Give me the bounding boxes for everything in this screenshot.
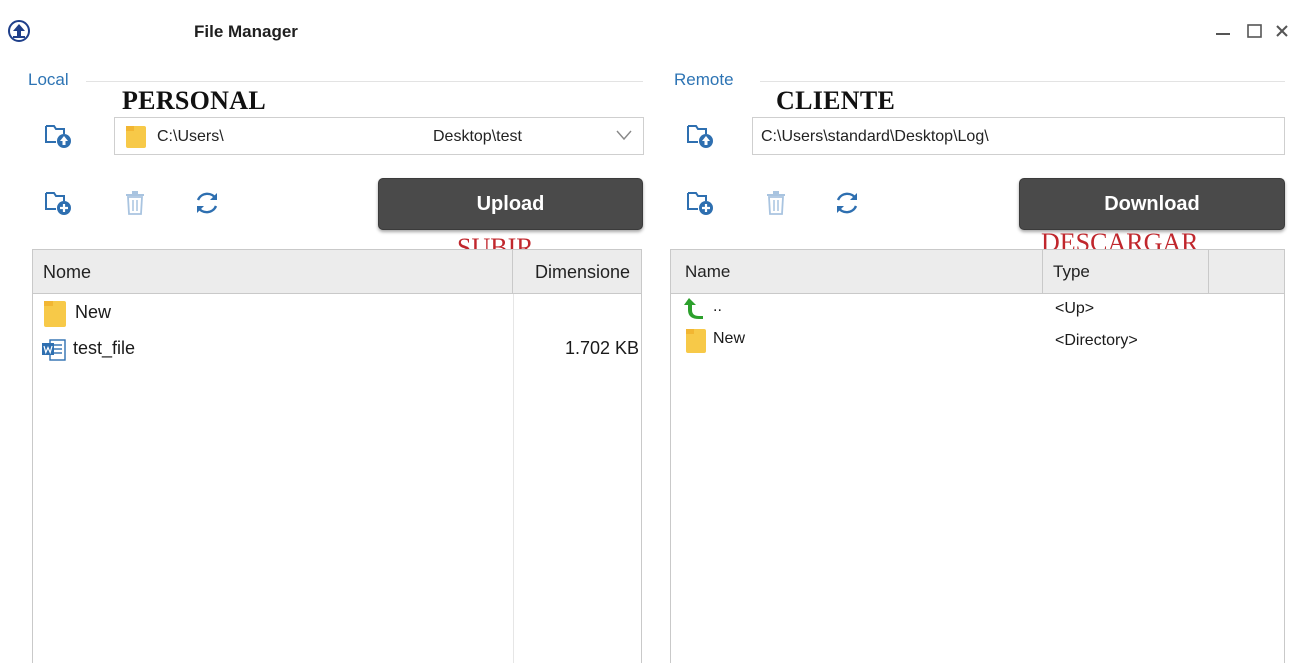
new-folder-icon[interactable] bbox=[686, 188, 716, 218]
remote-group-divider bbox=[760, 81, 1285, 82]
minimize-icon[interactable] bbox=[1208, 18, 1238, 44]
file-size: 1.702 KB bbox=[565, 338, 640, 358]
remote-group-label: Remote bbox=[674, 70, 738, 90]
browse-folder-icon[interactable] bbox=[44, 122, 74, 150]
file-name: New bbox=[713, 330, 746, 347]
remote-path-input[interactable]: C:\Users\standard\Desktop\Log\ bbox=[752, 117, 1285, 155]
folder-icon bbox=[686, 329, 706, 353]
file-name: test_file bbox=[73, 338, 136, 358]
folder-icon bbox=[126, 126, 146, 148]
browse-folder-icon[interactable] bbox=[686, 122, 716, 150]
remote-path-text: C:\Users\standard\Desktop\Log\ bbox=[761, 128, 989, 145]
word-doc-icon bbox=[42, 339, 66, 361]
list-item[interactable]: New <Directory> bbox=[671, 328, 1284, 358]
local-path-dropdown[interactable]: C:\Users\ Desktop\test bbox=[114, 117, 644, 155]
remote-list-header: Name Type bbox=[671, 250, 1284, 294]
local-list-header: Nome Dimensione bbox=[33, 250, 641, 294]
maximize-icon[interactable] bbox=[1240, 18, 1270, 44]
col-header-name[interactable]: Name bbox=[671, 250, 1043, 294]
remote-file-list[interactable]: Name Type .. <Up> New <Directory> bbox=[670, 249, 1285, 663]
delete-icon[interactable] bbox=[765, 190, 787, 216]
list-item[interactable]: .. <Up> bbox=[671, 296, 1284, 326]
col-header-type[interactable]: Type bbox=[1043, 250, 1209, 294]
download-button[interactable]: Download bbox=[1019, 178, 1285, 230]
upload-button[interactable]: Upload bbox=[378, 178, 643, 230]
local-group-label: Local bbox=[28, 70, 73, 90]
list-item[interactable]: New bbox=[33, 298, 641, 328]
new-folder-icon[interactable] bbox=[44, 188, 74, 218]
refresh-icon[interactable] bbox=[832, 188, 862, 218]
file-type: <Directory> bbox=[1055, 332, 1138, 349]
local-group-divider bbox=[86, 81, 643, 82]
personal-annotation: PERSONAL bbox=[122, 86, 266, 115]
file-name: .. bbox=[713, 298, 722, 315]
file-name: New bbox=[75, 302, 112, 322]
local-path-suffix: Desktop\test bbox=[433, 128, 522, 145]
local-path-prefix: C:\Users\ bbox=[157, 128, 224, 145]
app-logo-icon bbox=[8, 20, 30, 42]
close-icon[interactable] bbox=[1268, 18, 1290, 44]
local-file-list[interactable]: Nome Dimensione New test_file 1.702 KB bbox=[32, 249, 642, 663]
col-header-size[interactable]: Dimensione bbox=[513, 250, 641, 294]
file-type: <Up> bbox=[1055, 300, 1095, 317]
delete-icon[interactable] bbox=[124, 190, 146, 216]
refresh-icon[interactable] bbox=[192, 188, 222, 218]
cliente-annotation: CLIENTE bbox=[776, 86, 896, 115]
chevron-down-icon[interactable] bbox=[615, 127, 633, 143]
up-arrow-icon bbox=[684, 298, 703, 319]
window-title: File Manager bbox=[194, 22, 298, 41]
folder-icon bbox=[44, 301, 66, 327]
col-header-name[interactable]: Nome bbox=[33, 250, 513, 294]
title-bar: File Manager bbox=[0, 0, 1290, 62]
list-item[interactable]: test_file 1.702 KB bbox=[33, 334, 641, 364]
